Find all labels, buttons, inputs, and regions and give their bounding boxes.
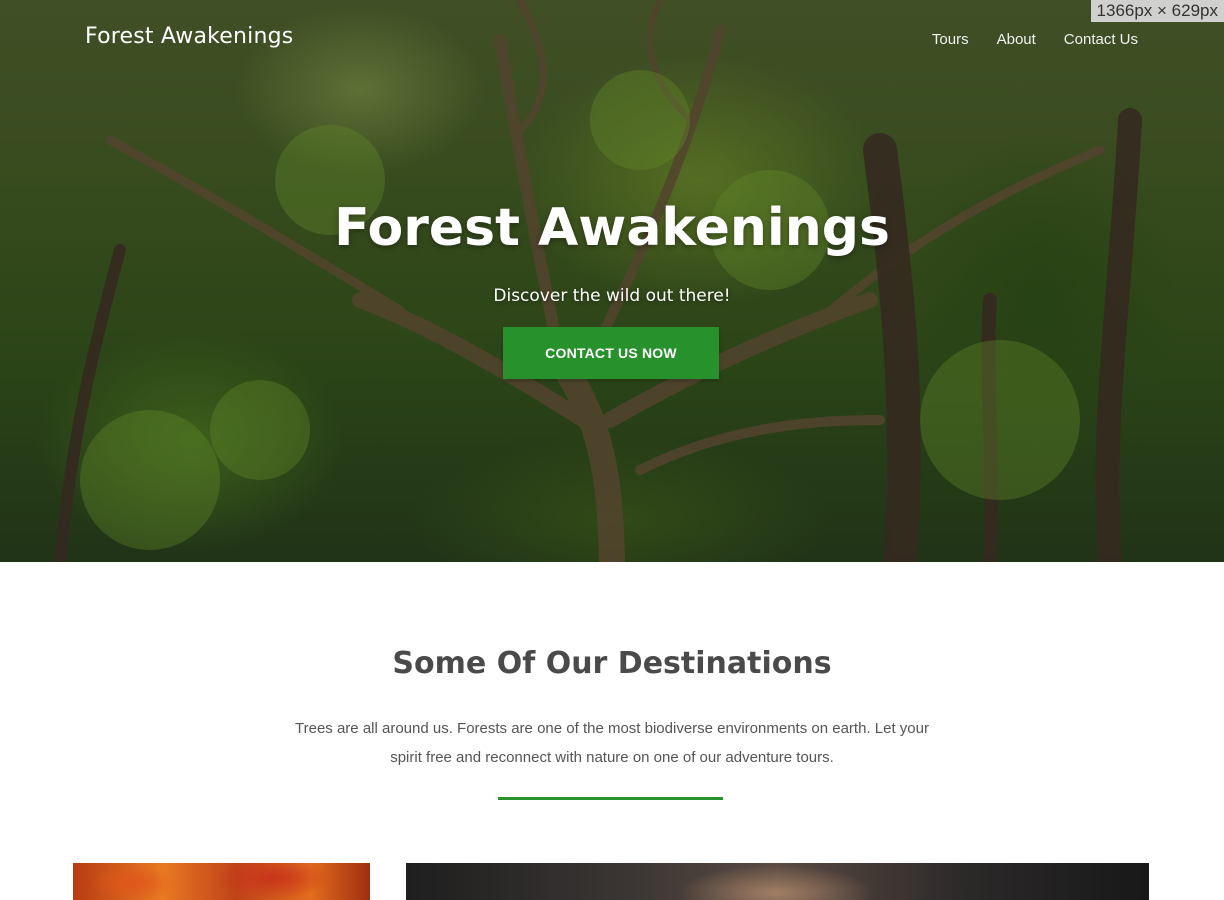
destination-image-autumn-forest[interactable] <box>73 863 370 900</box>
main-nav: Tours About Contact Us <box>932 31 1138 48</box>
section-divider <box>498 797 723 800</box>
hero-overlay <box>0 0 1224 562</box>
site-brand[interactable]: Forest Awakenings <box>85 24 293 49</box>
hero-subtitle: Discover the wild out there! <box>493 286 731 306</box>
nav-link-contact-us[interactable]: Contact Us <box>1064 31 1138 48</box>
hero-title: Forest Awakenings <box>334 198 890 258</box>
destinations-title: Some Of Our Destinations <box>392 646 832 681</box>
viewport-size-badge: 1366px × 629px <box>1090 0 1224 22</box>
destinations-description: Trees are all around us. Forests are one… <box>295 720 929 766</box>
nav-link-tours[interactable]: Tours <box>932 31 969 48</box>
destination-image-dark-forest[interactable] <box>406 863 1149 900</box>
hero-banner: 1366px × 629px Forest Awakenings Tours A… <box>0 0 1224 562</box>
contact-us-now-button[interactable]: CONTACT US NOW <box>503 327 719 379</box>
nav-link-about[interactable]: About <box>997 31 1036 48</box>
